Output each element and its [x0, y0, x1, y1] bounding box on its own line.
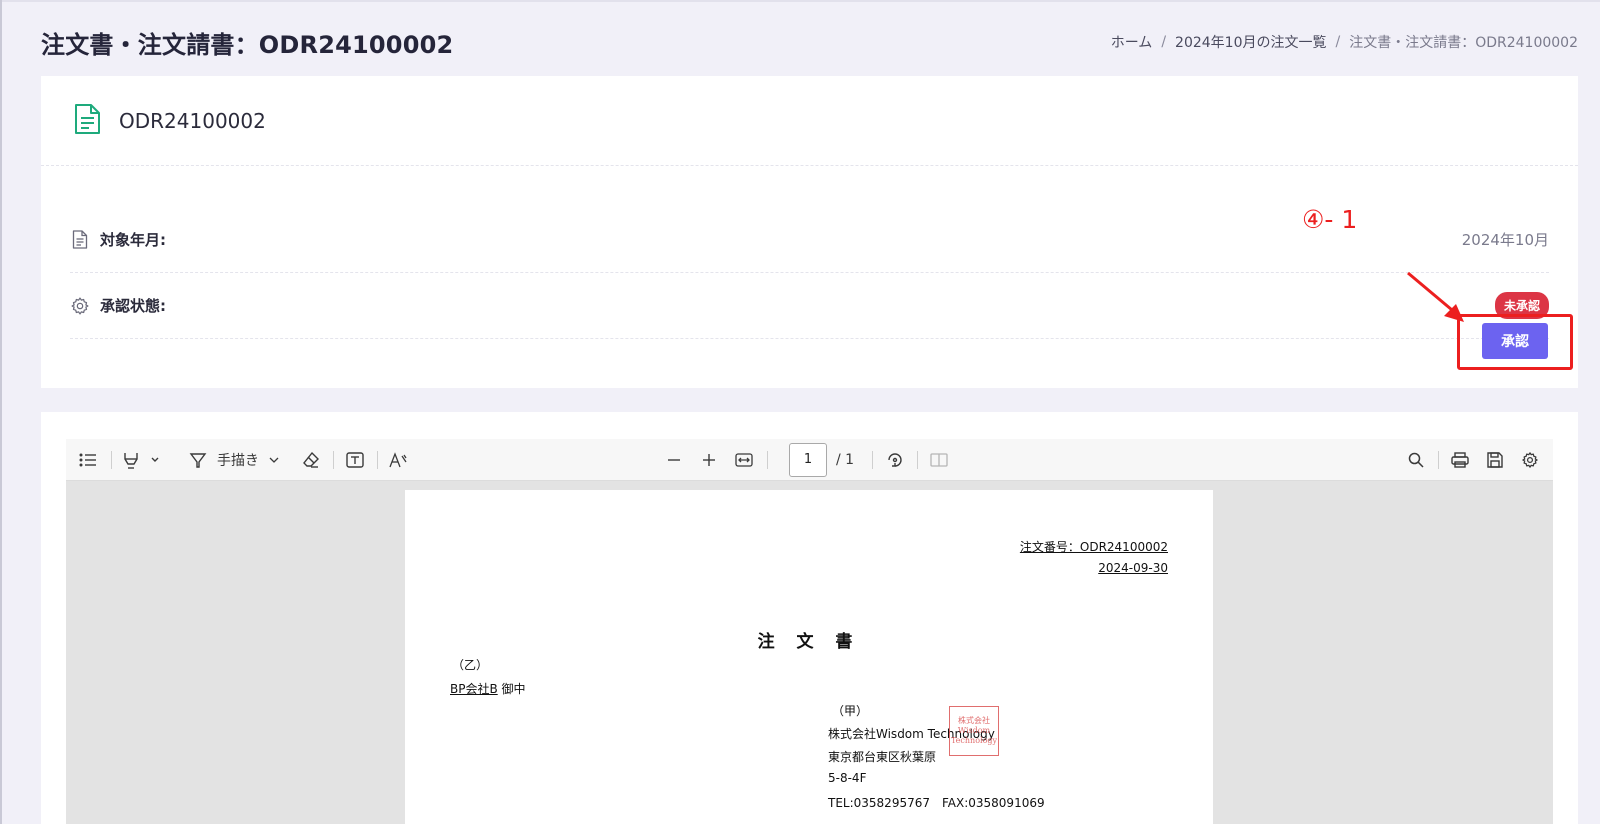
breadcrumb-separator: / [1161, 34, 1167, 50]
toolbar-divider [1438, 451, 1439, 469]
seal-line: Wisdom [957, 726, 991, 735]
save-icon[interactable] [1483, 439, 1507, 481]
left-edge [0, 0, 2, 824]
page-header: 注文書・注文請書：ODR24100002 ホーム / 2024年10月の注文一覧… [41, 22, 1578, 62]
breadcrumb-order-list[interactable]: 2024年10月の注文一覧 [1175, 32, 1326, 52]
toolbar-divider [377, 451, 378, 469]
breadcrumb: ホーム / 2024年10月の注文一覧 / 注文書・注文請書：ODR241000… [1111, 32, 1578, 52]
pdf-recipient: BP会社B 御中 [450, 680, 526, 697]
print-icon[interactable] [1448, 439, 1472, 481]
top-edge [0, 0, 1600, 2]
list-icon[interactable] [76, 439, 100, 481]
page-total: / 1 [836, 452, 855, 468]
chevron-down-icon[interactable] [266, 439, 282, 481]
seal-line: Technology [950, 736, 998, 745]
pdf-toolbar: 手描き 1 / 1 [66, 439, 1553, 481]
pen-icon[interactable] [186, 439, 210, 481]
highlighter-icon[interactable] [120, 439, 164, 481]
page-title: 注文書・注文請書：ODR24100002 [41, 30, 454, 59]
target-month-value: 2024年10月 [1461, 231, 1549, 249]
page-number-input[interactable]: 1 [789, 443, 827, 477]
pdf-issuer-address2: 5-8-4F [828, 771, 867, 785]
settings-icon[interactable] [1518, 439, 1542, 481]
pdf-document-title: 注 文 書 [757, 632, 861, 652]
target-month-label: 対象年月: [100, 231, 166, 249]
zoom-in-icon[interactable] [699, 439, 719, 481]
toolbar-divider [872, 451, 873, 469]
approval-status-row: 承認状態: 未承認 [70, 273, 1549, 339]
search-icon[interactable] [1404, 439, 1428, 481]
font-size-icon[interactable] [386, 439, 410, 481]
pdf-viewer-card: 手描き 1 / 1 注文番号：ODR24100002 2024-09-30 注 … [41, 412, 1578, 824]
zoom-out-icon[interactable] [664, 439, 684, 481]
pdf-recipient-honorific: 御中 [501, 682, 526, 696]
document-icon [73, 103, 101, 139]
handwriting-mode-label[interactable]: 手描き [216, 439, 260, 481]
approval-status-label: 承認状態: [100, 297, 166, 315]
pdf-issuer-tag: （甲） [832, 704, 869, 718]
toolbar-divider [767, 451, 768, 469]
fit-width-icon[interactable] [732, 439, 756, 481]
eraser-icon[interactable] [299, 439, 323, 481]
pdf-issuer-tel-fax: TEL:0358295767 FAX:0358091069 [828, 796, 1045, 810]
text-box-icon[interactable] [343, 439, 367, 481]
annotation-label: ④- 1 [1302, 205, 1358, 234]
company-seal-stamp: 株式会社 Wisdom Technology [949, 706, 999, 756]
breadcrumb-home[interactable]: ホーム [1111, 32, 1153, 52]
breadcrumb-separator: / [1335, 34, 1341, 50]
rotate-icon[interactable] [883, 439, 907, 481]
toolbar-divider [333, 451, 334, 469]
document-id: ODR24100002 [119, 108, 266, 133]
breadcrumb-current: 注文書・注文請書：ODR24100002 [1349, 35, 1578, 51]
seal-line: 株式会社 [958, 716, 990, 725]
pdf-recipient-name: BP会社B [450, 682, 498, 696]
pdf-viewer-area[interactable]: 注文番号：ODR24100002 2024-09-30 注 文 書 （乙） BP… [66, 481, 1553, 824]
page-layout-icon[interactable] [927, 439, 951, 481]
gear-icon [70, 296, 90, 316]
file-icon [70, 230, 90, 250]
pdf-recipient-tag: （乙） [452, 658, 489, 672]
toolbar-divider [917, 451, 918, 469]
pdf-order-date: 2024-09-30 [1098, 561, 1168, 575]
toolbar-divider [111, 451, 112, 469]
pdf-issuer-address1: 東京都台東区秋葉原 [828, 750, 937, 764]
document-header: ODR24100002 [41, 76, 1578, 166]
annotation-highlight-box [1457, 314, 1573, 370]
pdf-order-number: 注文番号：ODR24100002 [1019, 540, 1168, 554]
pdf-page: 注文番号：ODR24100002 2024-09-30 注 文 書 （乙） BP… [405, 490, 1213, 824]
